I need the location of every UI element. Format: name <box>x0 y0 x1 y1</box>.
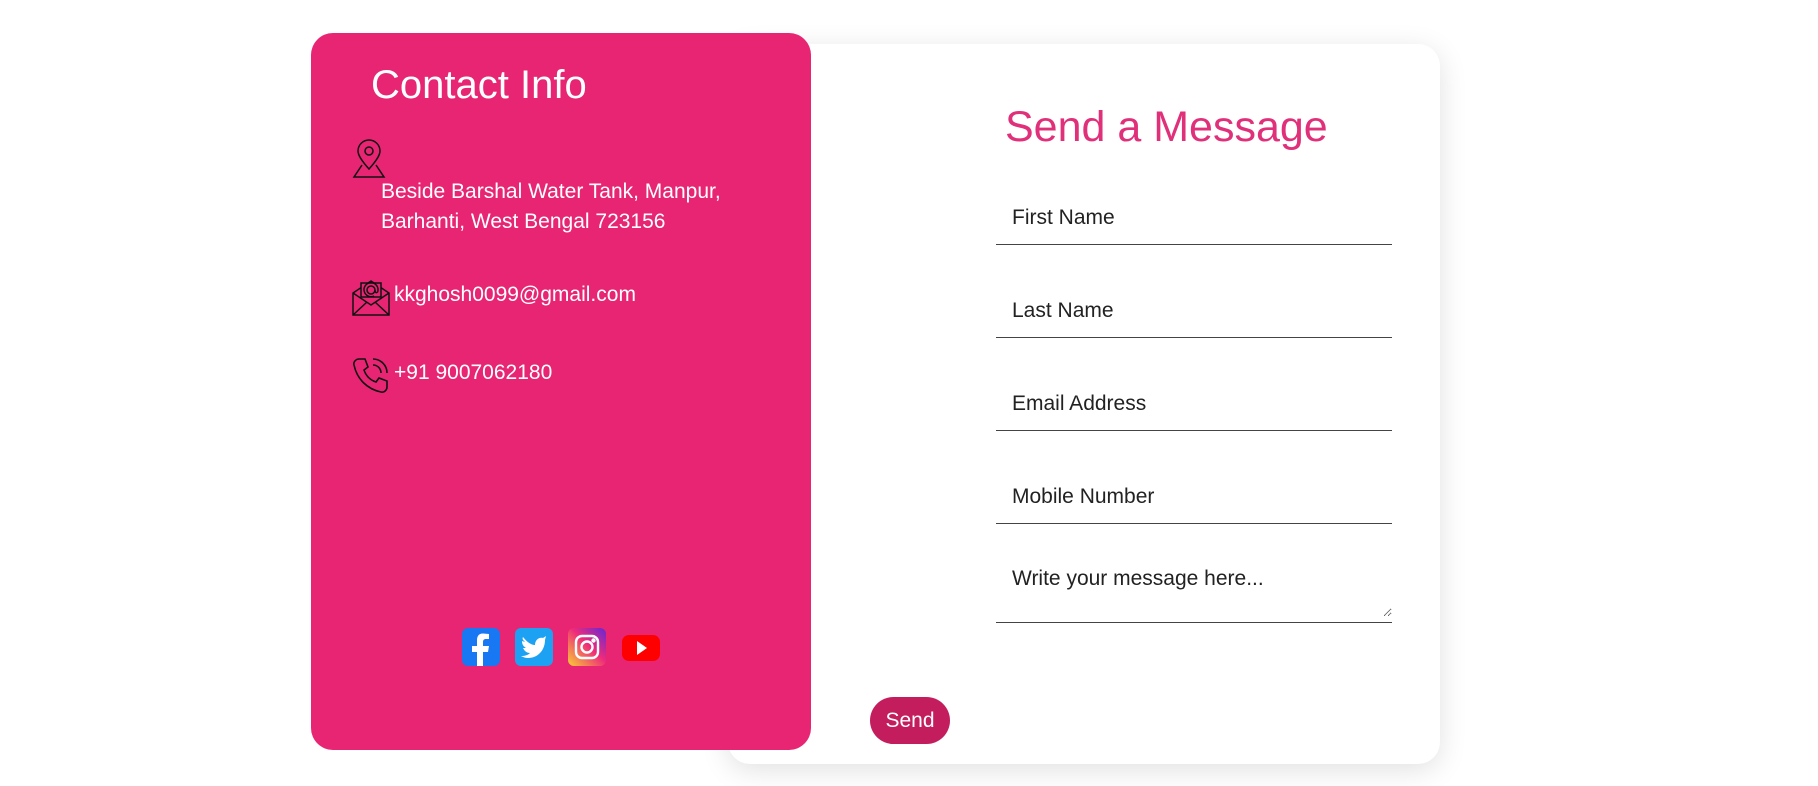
instagram-icon[interactable] <box>568 628 606 666</box>
youtube-icon[interactable] <box>622 628 660 666</box>
contact-info-card: Contact Info Beside Barshal Water Tank, … <box>311 33 811 750</box>
location-pin-icon <box>351 139 387 179</box>
address-text: Beside Barshal Water Tank, Manpur, Barha… <box>381 180 721 233</box>
email-input[interactable] <box>996 378 1392 430</box>
phone-text: +91 9007062180 <box>394 361 553 384</box>
first-name-input[interactable] <box>996 192 1392 244</box>
email-text: kkghosh0099@gmail.com <box>394 283 636 306</box>
twitter-icon[interactable] <box>515 628 553 666</box>
first-name-field-wrap <box>996 192 1392 245</box>
send-button[interactable]: Send <box>870 697 950 744</box>
mobile-input[interactable] <box>996 471 1392 523</box>
phone-icon <box>351 355 391 395</box>
last-name-input[interactable] <box>996 285 1392 337</box>
envelope-icon <box>351 277 391 317</box>
facebook-icon[interactable] <box>462 628 500 666</box>
send-message-title: Send a Message <box>1005 103 1328 151</box>
message-textarea[interactable] <box>996 553 1392 617</box>
last-name-field-wrap <box>996 285 1392 338</box>
email-field-wrap <box>996 378 1392 431</box>
message-field-wrap <box>996 553 1392 623</box>
contact-info-title: Contact Info <box>371 63 587 107</box>
mobile-field-wrap <box>996 471 1392 524</box>
